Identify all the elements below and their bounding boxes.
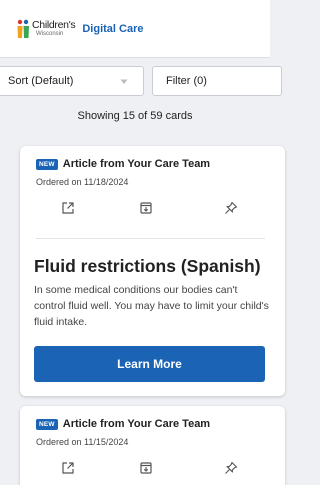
card-actions: [20, 461, 285, 481]
app-title: Digital Care: [82, 22, 144, 35]
card-type: Article from Your Care Team: [62, 158, 211, 170]
logo-sub-text: Wisconsin: [36, 31, 64, 38]
care-card: NEW Article from Your Care Team Ordered …: [20, 146, 285, 396]
filter-label: Filter (0): [166, 75, 207, 87]
card-title: Fluid restrictions (Spanish): [34, 256, 261, 276]
open-external-icon[interactable]: [61, 201, 75, 215]
card-actions: [20, 201, 285, 221]
archive-icon[interactable]: [139, 201, 153, 215]
card-controls: Sort (Default) Filter (0): [0, 66, 282, 96]
sort-label: Sort (Default): [8, 75, 74, 87]
logo-brand-text: Children's: [32, 18, 76, 31]
pin-icon[interactable]: [224, 461, 238, 475]
filter-button[interactable]: Filter (0): [152, 66, 282, 96]
card-type: Article from Your Care Team: [62, 418, 211, 430]
showing-count: Showing 15 of 59 cards: [77, 110, 193, 122]
chevron-down-icon: [120, 79, 128, 84]
sort-dropdown[interactable]: Sort (Default): [0, 66, 144, 96]
card-date: Ordered on 11/18/2024: [36, 177, 129, 187]
app-header: Children's Wisconsin Digital Care: [0, 0, 270, 58]
open-external-icon[interactable]: [61, 461, 75, 475]
new-badge: NEW: [36, 158, 58, 170]
learn-more-button[interactable]: Learn More: [34, 346, 265, 382]
care-card: NEW Article from Your Care Team Ordered …: [20, 406, 285, 485]
archive-icon[interactable]: [139, 461, 153, 475]
family-logo-icon: [17, 19, 29, 38]
childrens-wisconsin-logo[interactable]: Children's Wisconsin: [17, 18, 76, 39]
card-divider: [36, 238, 265, 239]
new-badge: NEW: [36, 418, 58, 430]
pin-icon[interactable]: [224, 201, 238, 215]
card-description: In some medical conditions our bodies ca…: [34, 284, 269, 328]
card-date: Ordered on 11/15/2024: [36, 437, 129, 447]
